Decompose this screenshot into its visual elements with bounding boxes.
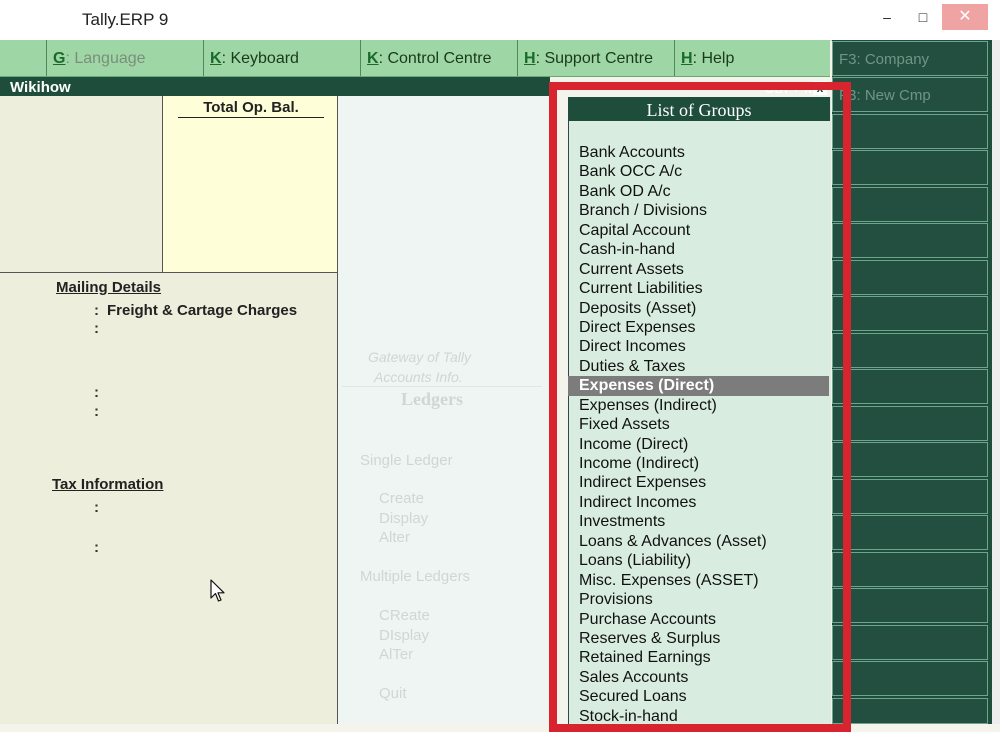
menu-multi-create[interactable]: CReate <box>379 607 430 624</box>
empty-button-slot <box>832 552 988 587</box>
company-bar <box>0 77 550 96</box>
empty-button-slot <box>832 114 988 149</box>
mailing-details-heading: Mailing Details <box>56 279 162 296</box>
empty-button-slot <box>832 223 988 258</box>
field-colon: : <box>94 302 99 319</box>
menu-quit[interactable]: Quit <box>379 685 407 702</box>
empty-button-slot <box>832 515 988 550</box>
menu-display[interactable]: Display <box>379 510 428 527</box>
gateway-title: Gateway of Tally <box>368 349 471 365</box>
support-centre-label: : Support Centre <box>535 50 653 67</box>
keyboard-label: : Keyboard <box>221 50 299 67</box>
multiple-ledgers-label: Multiple Ledgers <box>360 568 471 585</box>
minimize-button[interactable]: – <box>872 4 902 30</box>
language-label: : Language <box>65 50 146 67</box>
mailing-details-pane <box>0 273 338 724</box>
gateway-subtitle: Accounts Info. <box>374 369 463 385</box>
empty-button-slot <box>832 442 988 477</box>
help-button[interactable]: H: Help <box>674 40 830 76</box>
maximize-button[interactable]: □ <box>908 4 938 30</box>
hotkey-k: K <box>367 50 379 67</box>
gateway-pane <box>338 96 548 724</box>
opening-balance-pane <box>163 96 338 273</box>
empty-button-slot <box>832 479 988 514</box>
close-window-button[interactable]: ✕ <box>942 4 988 30</box>
menu-multi-display[interactable]: DIsplay <box>379 627 429 644</box>
empty-button-slot <box>832 661 988 696</box>
ledger-form-left-pane <box>0 96 163 273</box>
app-title: Tally.ERP 9 <box>82 10 169 29</box>
empty-button-slot <box>832 588 988 623</box>
field-colon[interactable]: : <box>94 384 99 401</box>
ledger-name-value: Freight & Cartage Charges <box>107 302 298 319</box>
help-label: : Help <box>692 50 735 67</box>
menu-alter[interactable]: Alter <box>379 529 410 546</box>
highlight-box <box>549 82 851 732</box>
empty-button-slot <box>832 333 988 368</box>
field-colon[interactable]: : <box>94 539 99 556</box>
hotkey-g: G <box>53 50 66 67</box>
field-colon[interactable]: : <box>94 403 99 420</box>
empty-button-slot <box>832 187 988 222</box>
empty-button-slot <box>832 260 988 295</box>
empty-button-slot <box>832 406 988 441</box>
hotkey-h: H <box>681 50 693 67</box>
empty-button-slot <box>832 296 988 331</box>
empty-button-slot <box>832 698 988 724</box>
company-button[interactable]: F3: Company <box>832 41 988 76</box>
field-colon[interactable]: : <box>94 320 99 337</box>
control-centre-button[interactable]: K: Control Centre <box>360 40 517 76</box>
ledgers-heading: Ledgers <box>401 389 463 409</box>
menu-create[interactable]: Create <box>379 490 424 507</box>
empty-button-slot <box>832 150 988 185</box>
hotkey-k: K <box>210 50 222 67</box>
control-centre-label: : Control Centre <box>378 50 492 67</box>
gateway-divider <box>342 386 542 387</box>
empty-button-slot <box>832 625 988 660</box>
tax-information-heading: Tax Information <box>52 476 164 493</box>
empty-button-slot <box>832 369 988 404</box>
menu-multi-alter[interactable]: AlTer <box>379 646 413 663</box>
keyboard-button[interactable]: K: Keyboard <box>203 40 360 76</box>
total-op-bal-label: Total Op. Bal. <box>178 99 324 118</box>
company-name: Wikihow <box>10 79 71 96</box>
support-centre-button[interactable]: H: Support Centre <box>517 40 674 76</box>
hotkey-h: H <box>524 50 536 67</box>
new-company-button[interactable]: F3: New Cmp <box>832 77 988 112</box>
window-edge <box>992 40 1000 724</box>
field-colon[interactable]: : <box>94 499 99 516</box>
mouse-cursor-icon <box>210 579 225 602</box>
language-button[interactable]: G: Language <box>46 40 203 76</box>
single-ledger-label: Single Ledger <box>360 452 453 469</box>
